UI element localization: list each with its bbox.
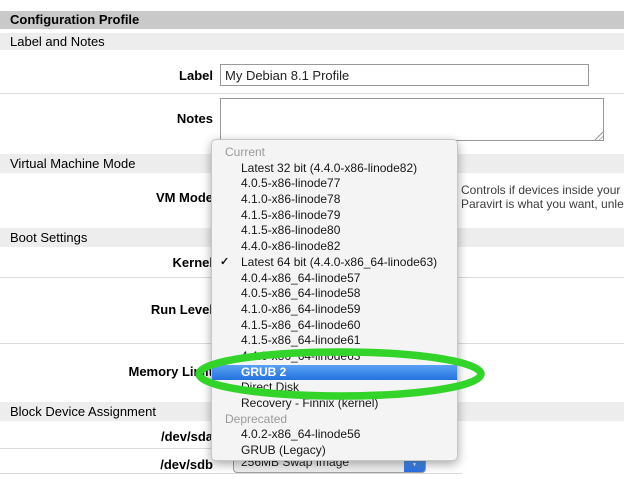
kernel-menu-item[interactable]: 4.1.0-x86_64-linode59 [212,302,457,318]
kernel-menu-item-label: Deprecated [225,412,287,426]
divider [0,93,624,94]
label-field-label: Label [0,68,213,83]
kernel-menu-item[interactable]: GRUB (Legacy) [212,443,457,459]
kernel-menu-item[interactable]: 4.0.5-x86-linode77 [212,176,457,192]
kernel-menu-item-label: Direct Disk [241,380,299,394]
page-title: Configuration Profile [0,11,624,29]
memory-limit-label: Memory Limit [0,364,213,379]
kernel-menu-item-label: 4.4.0-x86-linode82 [241,239,340,253]
chevron-down-icon: ▼ [412,463,417,468]
kernel-menu-item[interactable]: 4.1.5-x86-linode80 [212,223,457,239]
kernel-menu-item-label: 4.0.5-x86_64-linode58 [241,286,360,300]
vm-mode-help-text: Controls if devices inside your Paravirt… [461,183,624,211]
kernel-menu-item[interactable]: ✓ Latest 64 bit (4.4.0-x86_64-linode63) [212,255,457,271]
kernel-menu-item-label: Recovery - Finnix (kernel) [241,396,378,410]
kernel-menu-item-label: 4.4.0-x86_64-linode63 [241,349,360,363]
kernel-menu-item[interactable]: 4.0.4-x86_64-linode57 [212,271,457,287]
kernel-menu-item-label: Current [225,145,265,159]
notes-field-label: Notes [0,111,213,126]
kernel-menu-item-label: 4.0.4-x86_64-linode57 [241,271,360,285]
kernel-menu-item[interactable]: 4.1.5-x86-linode79 [212,208,457,224]
kernel-menu-item[interactable]: 4.1.0-x86-linode78 [212,192,457,208]
vm-mode-label: VM Mode [0,190,213,205]
kernel-menu-item-label: Latest 64 bit (4.4.0-x86_64-linode63) [241,255,437,269]
kernel-menu-item[interactable]: 4.1.5-x86_64-linode60 [212,318,457,334]
label-input[interactable] [220,64,589,86]
kernel-menu-item-label: GRUB 2 [241,365,286,379]
kernel-menu-item[interactable]: Direct Disk [212,380,457,396]
kernel-menu-group-label: Deprecated [212,412,457,428]
configuration-profile-page: Configuration Profile Label and Notes La… [0,0,624,479]
kernel-menu-group-label: Current [212,145,457,161]
kernel-menu-item-label: 4.1.5-x86_64-linode61 [241,333,360,347]
kernel-menu-item-label: 4.1.5-x86-linode79 [241,208,340,222]
kernel-menu-item[interactable]: 4.1.5-x86_64-linode61 [212,333,457,349]
divider [0,473,462,474]
kernel-menu-item-label: GRUB (Legacy) [241,443,326,457]
kernel-menu-item-label: 4.1.5-x86_64-linode60 [241,318,360,332]
section-header-label-and-notes: Label and Notes [0,33,624,50]
kernel-menu: Current Latest 32 bit (4.4.0-x86-linode82… [211,139,458,461]
run-level-label: Run Level [0,302,213,317]
dev-sdb-label: /dev/sdb [0,457,213,472]
kernel-menu-item-label: 4.1.0-x86-linode78 [241,192,340,206]
kernel-menu-item[interactable]: 4.4.0-x86-linode82 [212,239,457,255]
kernel-menu-item[interactable]: GRUB 2 [212,365,457,381]
vm-mode-help-line2: Paravirt is what you want, unle [461,197,624,211]
kernel-label: Kernel [0,255,213,270]
dev-sda-label: /dev/sda [0,429,213,444]
kernel-menu-item[interactable]: 4.4.0-x86_64-linode63 [212,349,457,365]
kernel-menu-item-label: Latest 32 bit (4.4.0-x86-linode82) [241,161,417,175]
kernel-menu-item[interactable]: 4.0.5-x86_64-linode58 [212,286,457,302]
kernel-menu-item-label: 4.1.5-x86-linode80 [241,223,340,237]
kernel-menu-item[interactable]: Latest 32 bit (4.4.0-x86-linode82) [212,161,457,177]
checkmark-icon: ✓ [220,255,229,271]
kernel-menu-item-label: 4.1.0-x86_64-linode59 [241,302,360,316]
kernel-menu-item[interactable]: 4.0.2-x86_64-linode56 [212,427,457,443]
kernel-menu-item-label: 4.0.5-x86-linode77 [241,176,340,190]
vm-mode-help-line1: Controls if devices inside your [461,183,624,197]
kernel-menu-item-label: 4.0.2-x86_64-linode56 [241,427,360,441]
kernel-menu-item[interactable]: Recovery - Finnix (kernel) [212,396,457,412]
notes-textarea[interactable] [220,98,604,141]
